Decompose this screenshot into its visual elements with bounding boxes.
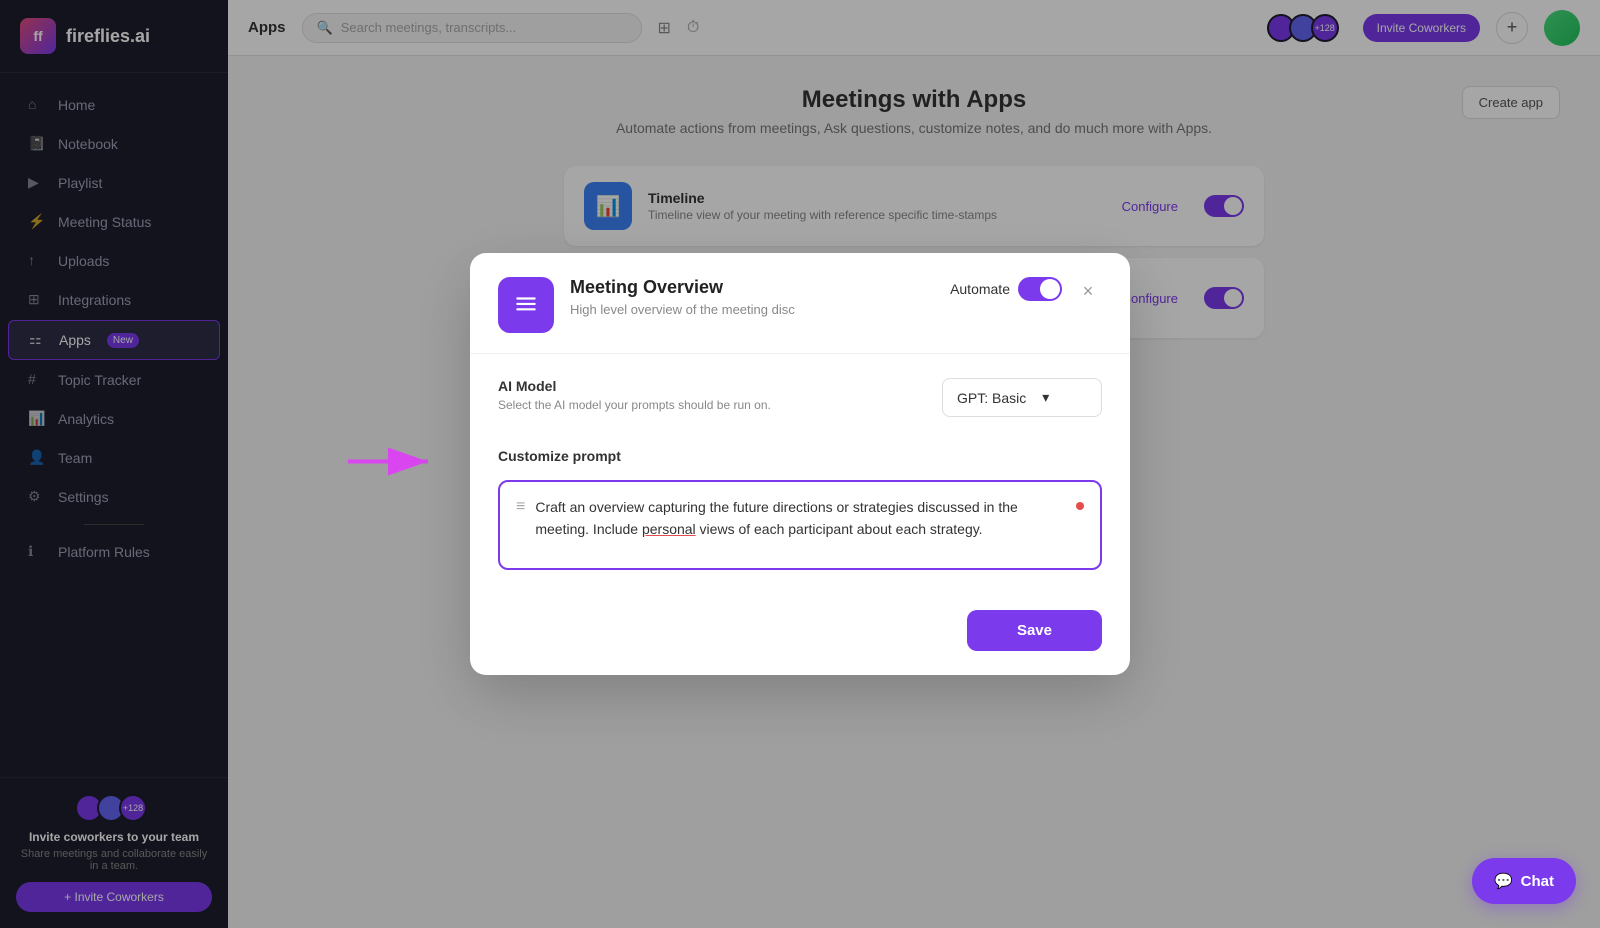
chat-bubble-label: Chat (1521, 873, 1554, 890)
ai-model-desc: Select the AI model your prompts should … (498, 398, 922, 412)
automate-label: Automate (950, 281, 1010, 297)
modal: Meeting Overview High level overview of … (470, 253, 1130, 675)
chat-bubble[interactable]: 💬 Chat (1472, 858, 1576, 904)
save-button[interactable]: Save (967, 610, 1102, 651)
modal-close-button[interactable]: × (1074, 277, 1102, 305)
automate-toggle[interactable] (1018, 277, 1062, 301)
ai-model-section: AI Model Select the AI model your prompt… (498, 378, 1102, 424)
modal-body: AI Model Select the AI model your prompt… (470, 354, 1130, 594)
ai-model-text: AI Model Select the AI model your prompt… (498, 378, 922, 424)
modal-header: Meeting Overview High level overview of … (470, 253, 1130, 354)
chevron-down-icon: ▾ (1042, 389, 1049, 406)
modal-footer: Save (470, 594, 1130, 675)
modal-automate-area: Automate (950, 277, 1062, 301)
modal-title: Meeting Overview (570, 277, 950, 298)
arrow-icon (348, 442, 438, 482)
lines-icon (513, 292, 539, 318)
model-select-value: GPT: Basic (957, 390, 1026, 406)
chat-bubble-icon: 💬 (1494, 872, 1513, 890)
prompt-lines-icon: ≡ (516, 498, 525, 516)
prompt-text-underline: personal (642, 521, 696, 537)
ai-model-label: AI Model (498, 378, 922, 394)
prompt-text-after: views of each participant about each str… (696, 521, 983, 537)
prompt-label: Customize prompt (498, 448, 1102, 464)
arrow-container (348, 442, 438, 487)
model-select-dropdown[interactable]: GPT: Basic ▾ (942, 378, 1102, 417)
prompt-box[interactable]: ≡ Craft an overview capturing the future… (498, 480, 1102, 570)
modal-app-icon (498, 277, 554, 333)
modal-title-area: Meeting Overview High level overview of … (570, 277, 950, 317)
modal-overlay: Meeting Overview High level overview of … (0, 0, 1600, 928)
prompt-text-content: Craft an overview capturing the future d… (535, 496, 1066, 541)
prompt-dot-indicator (1076, 502, 1084, 510)
prompt-section: Customize prompt ≡ Craft an overview cap… (498, 448, 1102, 570)
modal-subtitle: High level overview of the meeting disc (570, 302, 950, 317)
